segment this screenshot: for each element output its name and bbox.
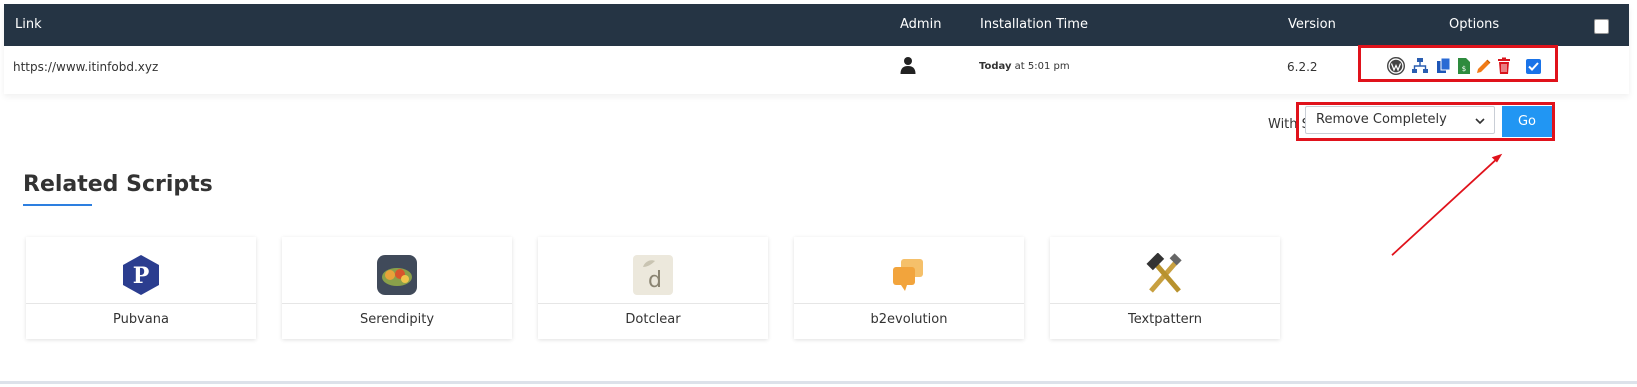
script-card-textpattern[interactable]: Textpattern	[1050, 237, 1280, 339]
script-name: b2evolution	[870, 312, 948, 327]
card-divider	[794, 303, 1024, 304]
chevron-down-icon	[1474, 115, 1486, 127]
script-card-pubvana[interactable]: P Pubvana	[26, 237, 256, 339]
title-underline	[23, 204, 92, 206]
card-divider	[26, 303, 256, 304]
script-card-dotclear[interactable]: d Dotclear	[538, 237, 768, 339]
script-name: Textpattern	[1127, 312, 1203, 327]
select-all-checkbox[interactable]	[1594, 19, 1609, 34]
time-day: Today	[979, 61, 1012, 72]
header-installation-time: Installation Time	[980, 17, 1088, 32]
row-select-checkbox[interactable]	[1526, 59, 1541, 74]
sitemap-icon[interactable]	[1411, 57, 1429, 75]
script-card-serendipity[interactable]: Serendipity	[282, 237, 512, 339]
installation-time: Today at 5:01 pm	[979, 59, 1070, 75]
bulk-action-select[interactable]: Remove Completely	[1305, 106, 1495, 134]
admin-user-icon[interactable]	[900, 56, 916, 76]
serendipity-logo	[375, 253, 419, 297]
svg-text:d: d	[648, 268, 662, 293]
backup-file-icon[interactable]: $	[1455, 57, 1473, 75]
installation-link[interactable]: https://www.itinfobd.xyz	[13, 59, 158, 75]
textpattern-logo	[1143, 252, 1187, 297]
svg-text:$: $	[1462, 65, 1466, 73]
dotclear-logo: d	[631, 253, 675, 297]
pubvana-logo: P	[119, 253, 163, 297]
b2evolution-logo	[887, 253, 931, 297]
script-name: Pubvana	[113, 312, 169, 327]
header-options: Options	[1449, 17, 1500, 32]
annotation-arrow	[1391, 153, 1503, 256]
header-admin: Admin	[900, 17, 942, 32]
script-card-b2evolution[interactable]: b2evolution	[794, 237, 1024, 339]
delete-icon[interactable]	[1495, 57, 1513, 75]
page: Link Admin Installation Time Version Opt…	[0, 0, 1637, 384]
bulk-action-selected: Remove Completely	[1316, 112, 1447, 127]
edit-icon[interactable]	[1475, 57, 1493, 75]
card-divider	[1050, 303, 1280, 304]
script-name: Serendipity	[359, 312, 435, 327]
header-version: Version	[1288, 17, 1336, 32]
installation-version: 6.2.2	[1287, 60, 1318, 74]
time-clock: at 5:01 pm	[1011, 61, 1070, 72]
related-scripts-title: Related Scripts	[23, 172, 213, 197]
options-highlight-box: $	[1358, 45, 1558, 82]
table-header: Link Admin Installation Time Version Opt…	[4, 4, 1629, 46]
script-name: Dotclear	[625, 312, 681, 327]
card-divider	[538, 303, 768, 304]
copy-icon[interactable]	[1435, 57, 1453, 75]
svg-text:P: P	[133, 263, 150, 289]
card-divider	[282, 303, 512, 304]
wordpress-icon[interactable]	[1386, 56, 1406, 76]
header-link: Link	[15, 17, 42, 32]
go-button[interactable]: Go	[1502, 106, 1552, 137]
